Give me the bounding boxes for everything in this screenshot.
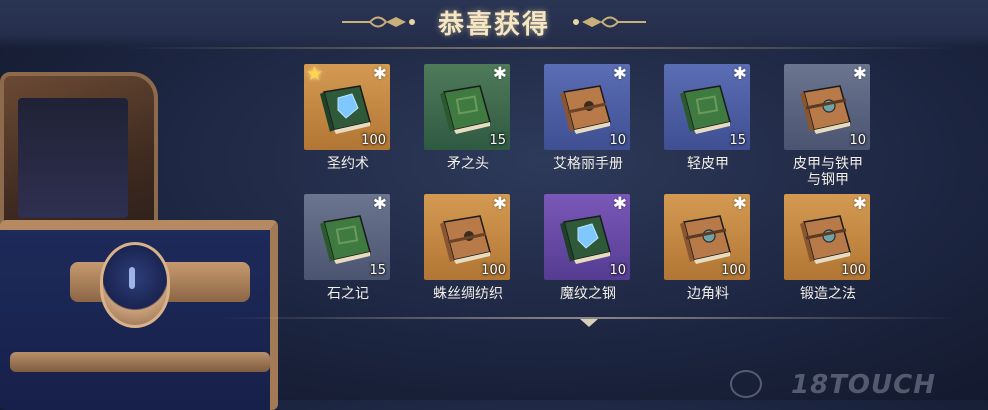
book-blue-dragon-icon xyxy=(316,78,378,140)
item-name: 圣约术 xyxy=(327,156,369,172)
page-title: 恭喜获得 xyxy=(437,9,550,40)
reward-item-card[interactable]: ✱ 15 xyxy=(664,64,750,150)
reward-item-card[interactable]: ✱ 10 xyxy=(544,194,630,280)
reward-item[interactable]: ✱ 10 艾格丽手册 xyxy=(538,62,658,186)
book-leather-clasp-icon xyxy=(676,208,738,270)
reward-item[interactable]: ✱ 100 蛛丝绸纺织 xyxy=(418,192,538,316)
reward-item[interactable]: ✱ 15 矛之头 xyxy=(418,62,538,186)
reward-item[interactable]: ✱ 15 轻皮甲 xyxy=(658,62,778,186)
book-green-icon xyxy=(676,78,738,140)
reward-grid: ★ ✱ 100 圣约术 ✱ 15 矛之头 ✱ 10 艾格丽手册 ✱ 15 轻皮甲 ✱ 10 皮甲与铁甲 与钢甲 ✱… xyxy=(298,62,978,316)
reward-item-card[interactable]: ✱ 10 xyxy=(784,64,870,150)
item-name: 锻造之法 xyxy=(800,286,856,302)
chest-lock-keyhole xyxy=(129,267,135,289)
book-green-icon xyxy=(436,78,498,140)
reward-item[interactable]: ✱ 10 魔纹之钢 xyxy=(538,192,658,316)
item-quantity: 100 xyxy=(361,133,386,148)
item-name: 边角料 xyxy=(687,286,729,302)
reward-item-card[interactable]: ✱ 10 xyxy=(544,64,630,150)
book-leather-clasp-icon xyxy=(796,78,858,140)
item-quantity: 15 xyxy=(369,263,386,278)
title-area: 恭喜获得 xyxy=(0,0,988,44)
reward-item-card[interactable]: ✱ 15 xyxy=(424,64,510,150)
reward-item[interactable]: ✱ 10 皮甲与铁甲 与钢甲 xyxy=(778,62,898,188)
item-name: 轻皮甲 xyxy=(687,156,729,172)
reward-item[interactable]: ★ ✱ 100 圣约术 xyxy=(298,62,418,186)
book-leather-clasp-icon xyxy=(796,208,858,270)
reward-item-card[interactable]: ✱ 15 xyxy=(304,194,390,280)
item-name: 矛之头 xyxy=(447,156,489,172)
reward-item-card[interactable]: ✱ 100 xyxy=(664,194,750,280)
chest-lid-inner xyxy=(18,98,128,218)
item-quantity: 15 xyxy=(729,133,746,148)
book-leather-icon xyxy=(436,208,498,270)
item-quantity: 100 xyxy=(841,263,866,278)
reward-item-card[interactable]: ★ ✱ 100 xyxy=(304,64,390,150)
watermark-logo-icon xyxy=(730,370,762,398)
watermark: 18TOUCH xyxy=(791,370,936,400)
reward-item[interactable]: ✱ 100 边角料 xyxy=(658,192,778,316)
ornament-left-icon xyxy=(340,11,420,33)
title-divider xyxy=(120,47,960,49)
reward-item-card[interactable]: ✱ 100 xyxy=(424,194,510,280)
item-quantity: 15 xyxy=(489,133,506,148)
book-leather-icon xyxy=(556,78,618,140)
item-name: 魔纹之钢 xyxy=(560,286,616,302)
scroll-down-arrow-icon[interactable] xyxy=(580,319,598,327)
treasure-chest-image xyxy=(0,62,290,410)
item-name: 艾格丽手册 xyxy=(553,156,623,172)
item-quantity: 10 xyxy=(849,133,866,148)
item-quantity: 100 xyxy=(481,263,506,278)
item-name: 皮甲与铁甲 与钢甲 xyxy=(793,156,863,188)
book-blue-dragon-icon xyxy=(556,208,618,270)
chest-lock-icon xyxy=(100,242,170,328)
item-quantity: 10 xyxy=(609,263,626,278)
item-quantity: 10 xyxy=(609,133,626,148)
reward-item-card[interactable]: ✱ 100 xyxy=(784,194,870,280)
book-green-icon xyxy=(316,208,378,270)
item-name: 蛛丝绸纺织 xyxy=(433,286,503,302)
item-name: 石之记 xyxy=(327,286,369,302)
chest-band-lower xyxy=(10,352,270,372)
reward-item[interactable]: ✱ 15 石之记 xyxy=(298,192,418,316)
item-quantity: 100 xyxy=(721,263,746,278)
ornament-right-icon xyxy=(568,11,648,33)
reward-item[interactable]: ✱ 100 锻造之法 xyxy=(778,192,898,316)
